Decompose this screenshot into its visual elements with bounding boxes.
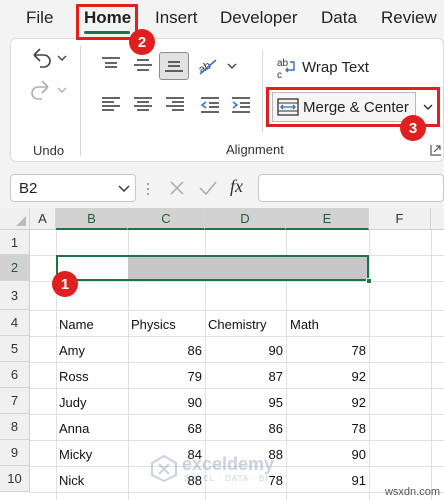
cell-c4[interactable]: Physics (131, 317, 176, 332)
formula-input[interactable] (258, 174, 444, 202)
tab-file[interactable]: File (26, 8, 53, 28)
callout-badge-3: 3 (400, 115, 426, 141)
undo-icon[interactable] (28, 46, 68, 70)
column-header-c[interactable]: C (128, 208, 205, 230)
fill-handle[interactable] (366, 278, 372, 284)
callout-badge-1: 1 (52, 271, 78, 297)
svg-text:ab: ab (277, 58, 289, 69)
column-header-e[interactable]: E (286, 208, 369, 230)
select-all-corner[interactable] (0, 208, 30, 230)
gridline (431, 230, 432, 500)
column-header-b[interactable]: B (56, 208, 128, 230)
row-header-2[interactable]: 2 (0, 255, 30, 281)
tab-insert[interactable]: Insert (155, 8, 198, 28)
column-header-d[interactable]: D (205, 208, 286, 230)
align-left-icon[interactable] (100, 96, 122, 114)
group-divider (80, 46, 81, 156)
formula-buttons: fx (162, 174, 252, 202)
row-header-5[interactable]: 5 (0, 336, 30, 362)
gridline (30, 310, 444, 311)
tab-developer[interactable]: Developer (220, 8, 298, 28)
decrease-indent-icon[interactable] (199, 96, 221, 114)
row-header-7[interactable]: 7 (0, 388, 30, 414)
enter-icon[interactable] (198, 179, 218, 197)
gridline (30, 281, 444, 282)
increase-indent-icon[interactable] (230, 96, 252, 114)
site-label: wsxdn.com (384, 486, 440, 498)
redo-icon[interactable] (28, 78, 68, 102)
cell-c6[interactable]: 79 (130, 369, 202, 384)
name-box[interactable]: B2 (10, 174, 136, 202)
gridline (30, 388, 444, 389)
watermark-tagline: EXCEL · DATA · BI (184, 474, 269, 483)
selected-range-b2-e2[interactable] (56, 255, 369, 281)
cell-e7[interactable]: 92 (288, 395, 366, 410)
cell-c5[interactable]: 86 (130, 343, 202, 358)
gridline (30, 440, 444, 441)
svg-text:ab: ab (197, 60, 214, 77)
column-header-f[interactable]: F (369, 208, 431, 230)
formula-bar-grip-icon (146, 181, 150, 197)
gridline (30, 362, 444, 363)
callout-badge-2: 2 (129, 29, 155, 55)
gridline (30, 492, 444, 493)
exceldemy-watermark: exceldemy EXCEL · DATA · BI (150, 452, 300, 488)
tab-data[interactable]: Data (321, 8, 357, 28)
row-header-3[interactable]: 3 (0, 281, 30, 310)
dialog-launcher-icon[interactable] (430, 144, 442, 156)
align-right-icon[interactable] (164, 96, 186, 114)
column-header-next[interactable] (431, 208, 444, 230)
cell-e5[interactable]: 78 (288, 343, 366, 358)
watermark-name: exceldemy (182, 454, 275, 474)
exceldemy-logo-icon (150, 454, 178, 482)
align-middle-icon[interactable] (132, 56, 154, 74)
gridline (30, 336, 444, 337)
cell-b4[interactable]: Name (59, 317, 94, 332)
name-box-chevron-icon[interactable] (117, 183, 131, 195)
align-center-icon[interactable] (132, 96, 154, 114)
cell-e4[interactable]: Math (290, 317, 319, 332)
cancel-icon[interactable] (168, 179, 186, 197)
row-header-1[interactable]: 1 (0, 230, 30, 255)
alignment-divider (262, 50, 263, 132)
cell-b9[interactable]: Micky (59, 447, 92, 462)
gridline (369, 230, 370, 500)
align-bottom-icon[interactable] (159, 52, 189, 80)
undo-group-label: Undo (33, 143, 65, 158)
row-header-9[interactable]: 9 (0, 440, 30, 466)
cell-d7[interactable]: 95 (207, 395, 283, 410)
ribbon-tab-bar: File Home Insert Developer Data Review (0, 0, 444, 38)
cell-b8[interactable]: Anna (59, 421, 89, 436)
alignment-group-label: Alignment (226, 142, 284, 157)
orientation-icon[interactable]: ab (196, 54, 238, 78)
row-header-4[interactable]: 4 (0, 310, 30, 336)
cell-e8[interactable]: 78 (288, 421, 366, 436)
cell-e6[interactable]: 92 (288, 369, 366, 384)
gridline (30, 414, 444, 415)
column-header-a[interactable]: A (30, 208, 56, 230)
cell-b7[interactable]: Judy (59, 395, 86, 410)
cell-b5[interactable]: Amy (59, 343, 85, 358)
wrap-text-label: Wrap Text (302, 59, 369, 76)
row-header-6[interactable]: 6 (0, 362, 30, 388)
cell-b10[interactable]: Nick (59, 473, 84, 488)
cell-c8[interactable]: 68 (130, 421, 202, 436)
cell-d5[interactable]: 90 (207, 343, 283, 358)
row-header-8[interactable]: 8 (0, 414, 30, 440)
name-box-value: B2 (19, 180, 38, 197)
cell-d4[interactable]: Chemistry (208, 317, 267, 332)
cell-d8[interactable]: 86 (207, 421, 283, 436)
row-header-10[interactable]: 10 (0, 466, 30, 492)
function-icon[interactable]: fx (230, 176, 243, 197)
cell-d6[interactable]: 87 (207, 369, 283, 384)
cell-c7[interactable]: 90 (130, 395, 202, 410)
tab-review[interactable]: Review (381, 8, 437, 28)
home-tab-highlight (76, 4, 138, 40)
svg-text:c: c (277, 70, 282, 80)
wrap-text-icon: ab c (276, 56, 298, 80)
cell-b6[interactable]: Ross (59, 369, 89, 384)
align-top-icon[interactable] (100, 56, 122, 74)
